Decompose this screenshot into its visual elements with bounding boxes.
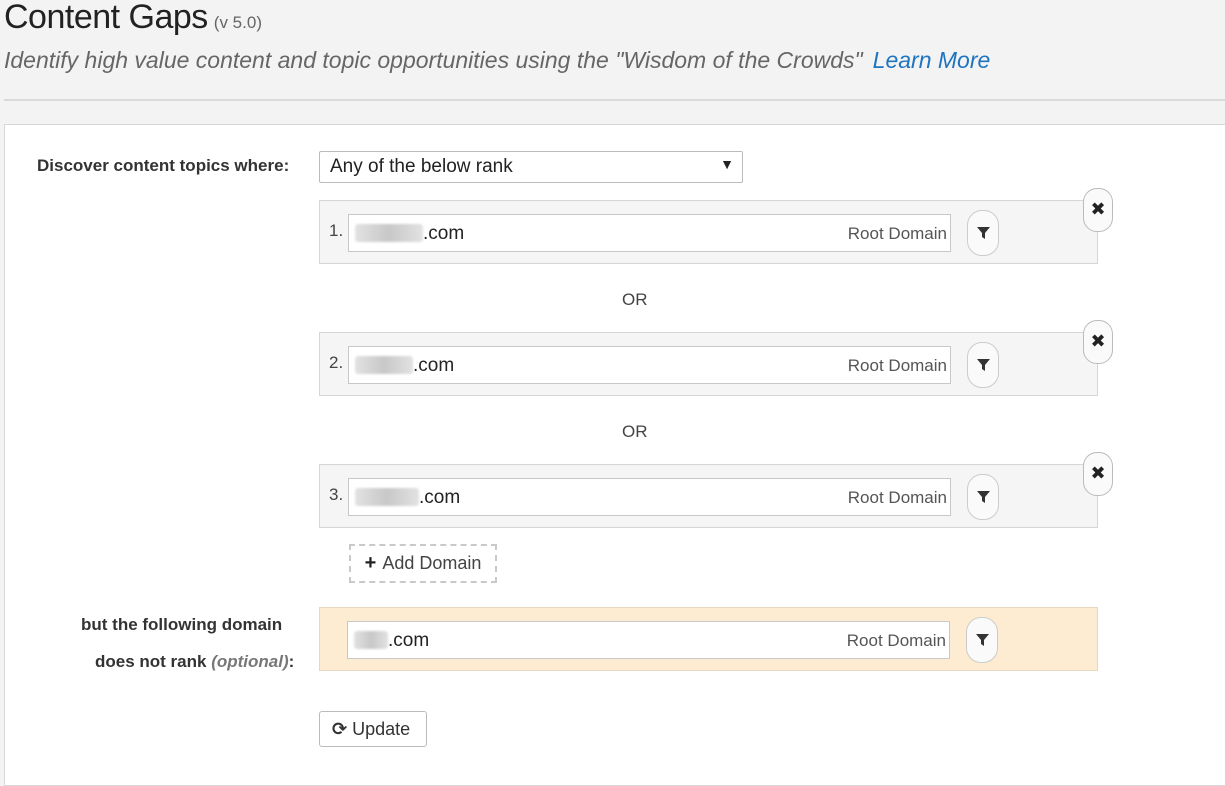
- domain-row-3: 3. .com Root Domain: [319, 464, 1098, 528]
- filter-button-1[interactable]: [967, 210, 999, 256]
- rank-condition-value: Any of the below rank: [330, 156, 513, 177]
- plus-icon: +: [364, 552, 377, 574]
- learn-more-link[interactable]: Learn More: [873, 47, 991, 73]
- domain-row-2: 2. .com Root Domain: [319, 332, 1098, 396]
- filter-icon: [977, 359, 990, 371]
- redacted-text: [355, 224, 423, 242]
- remove-domain-button-2[interactable]: ✖: [1083, 320, 1113, 364]
- filter-icon: [976, 634, 989, 646]
- root-domain-label: Root Domain: [847, 488, 947, 507]
- exclude-filter-button[interactable]: [966, 617, 998, 663]
- page-subtitle: Identify high value content and topic op…: [4, 47, 991, 73]
- redacted-text: [354, 631, 388, 649]
- exclude-label-line1: but the following domain: [81, 615, 283, 634]
- or-separator: OR: [622, 422, 648, 441]
- or-separator: OR: [622, 290, 648, 309]
- remove-domain-button-1[interactable]: ✖: [1083, 188, 1113, 232]
- refresh-icon: ⟳: [332, 719, 348, 739]
- root-domain-label: Root Domain: [847, 356, 947, 375]
- domain-input-2[interactable]: .com Root Domain: [348, 346, 951, 384]
- domain-row-1: 1. .com Root Domain: [319, 200, 1098, 264]
- close-icon: ✖: [1090, 463, 1106, 483]
- exclude-domain-row: .com Root Domain: [319, 607, 1098, 671]
- domain-number: 2.: [329, 353, 344, 372]
- update-button[interactable]: ⟳ Update: [319, 711, 427, 747]
- close-icon: ✖: [1090, 331, 1106, 351]
- rank-condition-select[interactable]: Any of the below rank ▼: [319, 151, 743, 183]
- discover-label: Discover content topics where:: [37, 156, 290, 175]
- exclude-domain-input[interactable]: .com Root Domain: [347, 621, 950, 659]
- redacted-text: [355, 356, 413, 374]
- filter-button-3[interactable]: [967, 474, 999, 520]
- add-domain-button[interactable]: + Add Domain: [349, 544, 497, 583]
- domain-number: 1.: [329, 221, 344, 240]
- header-divider: [4, 99, 1225, 101]
- exclude-label-line2: does not rank (optional):: [95, 652, 295, 671]
- optional-label: (optional): [211, 652, 289, 671]
- remove-domain-button-3[interactable]: ✖: [1083, 452, 1113, 496]
- page-header: Content Gaps (v 5.0) Identify high value …: [0, 0, 1225, 101]
- domain-input-1[interactable]: .com Root Domain: [348, 214, 951, 252]
- version-label: (v 5.0): [213, 13, 262, 32]
- domain-number: 3.: [329, 485, 344, 504]
- redacted-text: [355, 488, 419, 506]
- root-domain-label: Root Domain: [847, 224, 947, 243]
- domain-input-3[interactable]: .com Root Domain: [348, 478, 951, 516]
- filter-icon: [977, 491, 990, 503]
- page-title: Content Gaps (v 5.0): [4, 0, 262, 36]
- close-icon: ✖: [1090, 199, 1106, 219]
- caret-down-icon: ▼: [720, 156, 734, 172]
- root-domain-label: Root Domain: [846, 631, 946, 650]
- filter-icon: [977, 227, 990, 239]
- filter-button-2[interactable]: [967, 342, 999, 388]
